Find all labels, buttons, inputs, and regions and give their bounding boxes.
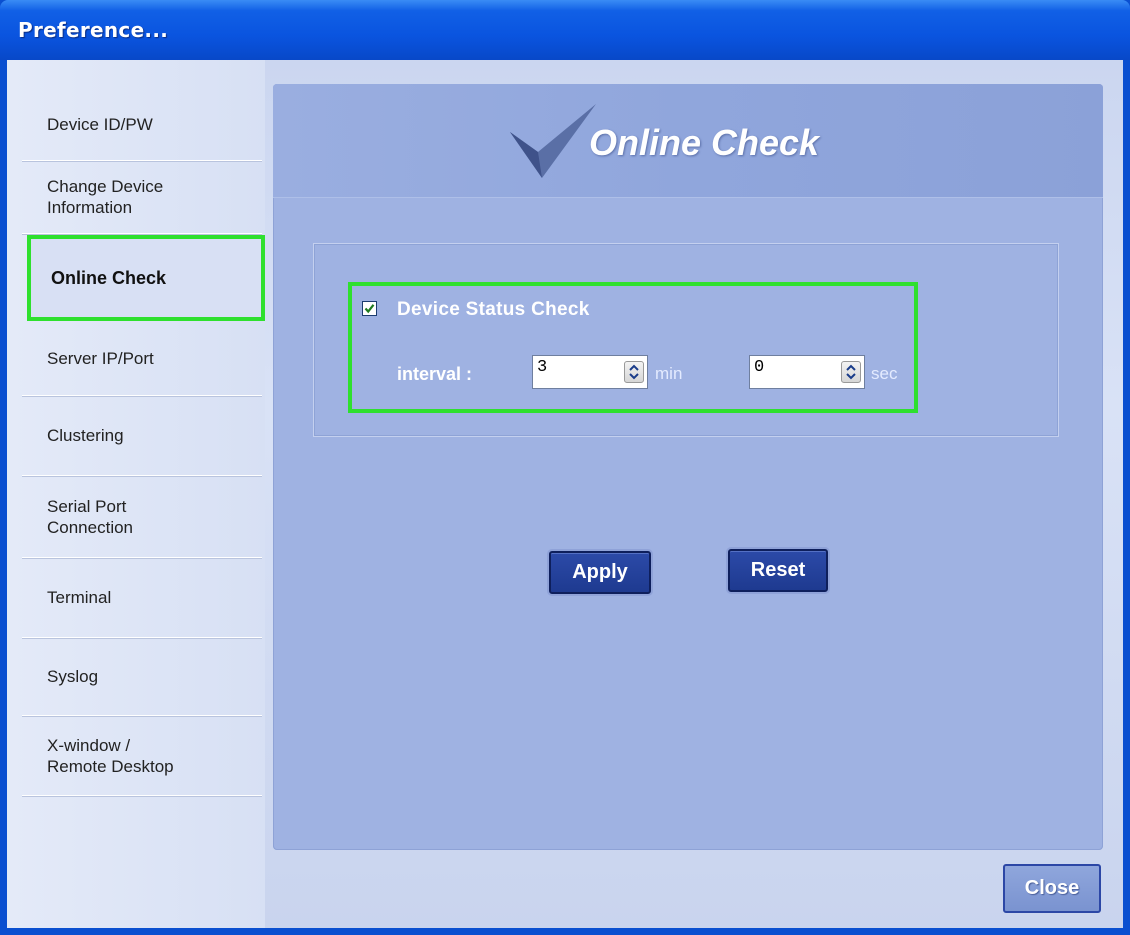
sidebar-item-change-device-information[interactable]: Change Device Information (22, 161, 262, 234)
minutes-value: 3 (537, 358, 548, 377)
up-down-arrows-icon (629, 364, 639, 380)
sidebar-item-label: Server IP/Port (47, 348, 154, 368)
sidebar-item-label: Change Device Information (47, 177, 164, 217)
panel-header: Online Check (273, 84, 1103, 198)
sidebar-item-server-ip-port[interactable]: Server IP/Port (22, 321, 262, 396)
device-status-checkbox[interactable] (362, 301, 377, 316)
reset-button[interactable]: Reset (728, 549, 828, 592)
settings-panel: Online Check (273, 84, 1103, 850)
sidebar-item-clustering[interactable]: Clustering (22, 396, 262, 476)
sidebar-item-label: Terminal (47, 588, 112, 607)
interval-label: interval : (397, 364, 473, 384)
title-bar[interactable]: Preference... (0, 0, 1130, 60)
seconds-unit: sec (871, 364, 898, 383)
sidebar-item-terminal[interactable]: Terminal (22, 558, 262, 638)
apply-button[interactable]: Apply (549, 551, 651, 594)
checkmark-icon (364, 304, 375, 314)
seconds-value: 0 (754, 358, 765, 377)
sidebar-item-x-window-remote-desktop[interactable]: X-window / Remote Desktop (22, 716, 262, 796)
checkmark-icon (510, 104, 596, 178)
sidebar-item-label: Device ID/PW (47, 114, 153, 134)
sidebar-item-device-id-pw[interactable]: Device ID/PW (22, 88, 262, 161)
device-status-label: Device Status Check (397, 299, 590, 320)
close-button[interactable]: Close (1003, 864, 1101, 913)
sidebar-item-label: X-window / Remote Desktop (47, 735, 174, 776)
sidebar-item-label: Serial Port Connection (47, 496, 134, 537)
apply-button-label: Apply (572, 561, 628, 583)
sidebar-item-label: Clustering (47, 426, 124, 445)
window-title: Preference... (18, 18, 169, 42)
sidebar-item-label: Syslog (47, 667, 99, 686)
up-down-arrows-icon (846, 364, 856, 380)
minutes-stepper[interactable]: 3 (532, 355, 648, 389)
seconds-spin-button[interactable] (841, 361, 861, 383)
sidebar-item-serial-port-connection[interactable]: Serial Port Connection (22, 476, 262, 558)
sidebar-item-label: Online Check (51, 267, 167, 288)
seconds-stepper[interactable]: 0 (749, 355, 865, 389)
minutes-spin-button[interactable] (624, 361, 644, 383)
panel-title: Online Check (589, 122, 820, 163)
sidebar-item-syslog[interactable]: Syslog (22, 638, 262, 716)
reset-button-label: Reset (750, 559, 806, 581)
minutes-unit: min (655, 364, 683, 383)
preference-window: Preference... Device ID/PW Change Device… (0, 0, 1130, 935)
sidebar-item-online-check[interactable]: Online Check (27, 235, 265, 321)
close-button-label: Close (1024, 877, 1080, 899)
